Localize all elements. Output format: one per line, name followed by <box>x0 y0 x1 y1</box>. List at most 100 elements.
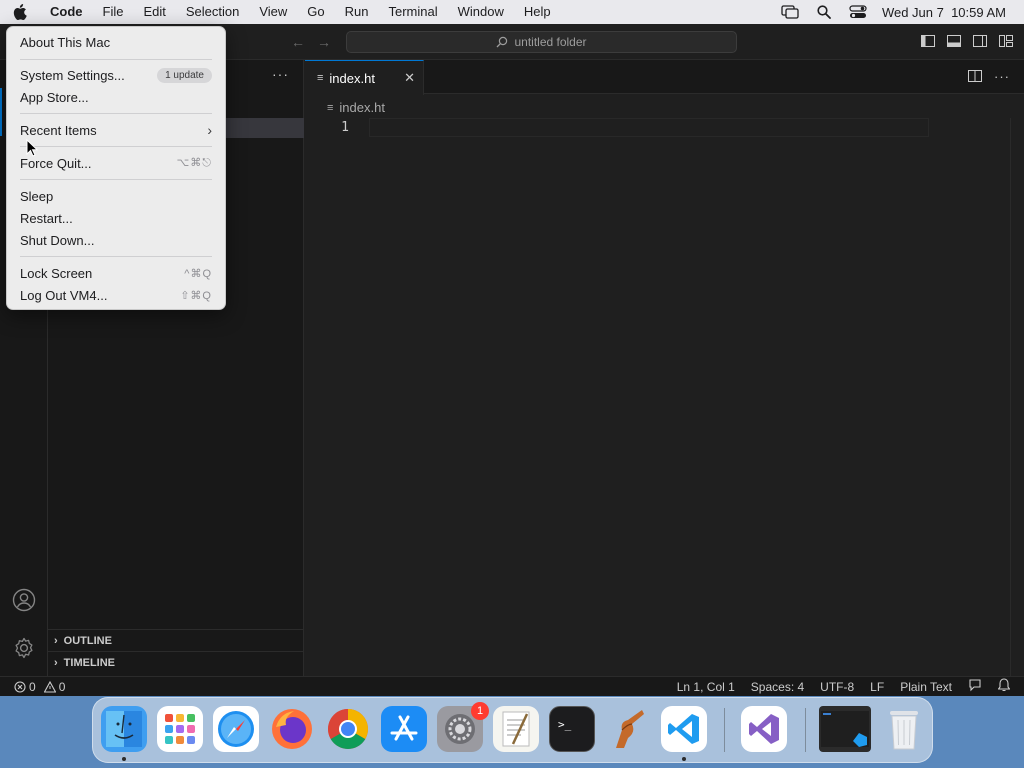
menu-go[interactable]: Go <box>297 0 334 24</box>
menu-help[interactable]: Help <box>514 0 561 24</box>
lock-screen-label: Lock Screen <box>20 265 93 281</box>
feedback-icon[interactable] <box>968 678 982 695</box>
encoding[interactable]: UTF-8 <box>820 680 854 694</box>
menu-force-quit[interactable]: Force Quit... ⌥⌘⎋ <box>20 152 212 174</box>
search-icon <box>497 36 508 48</box>
chevron-right-icon: › <box>207 122 212 138</box>
menu-terminal[interactable]: Terminal <box>379 0 448 24</box>
menu-shut-down[interactable]: Shut Down... <box>20 229 212 251</box>
trash-icon[interactable] <box>881 706 927 752</box>
search-text: untitled folder <box>514 35 587 49</box>
instruments-icon[interactable] <box>605 706 651 752</box>
macos-menu-bar: Code File Edit Selection View Go Run Ter… <box>0 0 1024 24</box>
warning-count: 0 <box>58 679 66 694</box>
toggle-secondary-sidebar-icon[interactable] <box>972 33 988 49</box>
problems-indicator[interactable]: 0 0 <box>14 680 65 694</box>
menu-edit[interactable]: Edit <box>133 0 175 24</box>
timeline-section[interactable]: › TIMELINE <box>48 651 304 673</box>
language-mode[interactable]: Plain Text <box>900 680 952 694</box>
menu-recent-items[interactable]: Recent Items › <box>20 119 212 141</box>
back-arrow-icon[interactable]: ← <box>289 33 307 51</box>
launchpad-icon[interactable] <box>157 706 203 752</box>
textedit-icon[interactable] <box>493 706 539 752</box>
status-bar: 0 0 Ln 1, Col 1 Spaces: 4 UTF-8 LF Plain… <box>0 676 1024 696</box>
terminal-icon[interactable]: >_ <box>549 706 595 752</box>
menu-window[interactable]: Window <box>448 0 514 24</box>
app-store-icon[interactable] <box>381 706 427 752</box>
close-icon[interactable]: ✕ <box>404 70 415 86</box>
editor-scrollbar[interactable] <box>1010 118 1024 676</box>
cursor-position[interactable]: Ln 1, Col 1 <box>677 680 735 694</box>
indentation[interactable]: Spaces: 4 <box>751 680 804 694</box>
menu-view[interactable]: View <box>249 0 297 24</box>
control-center-icon[interactable] <box>848 2 868 22</box>
manage-gear-icon[interactable] <box>12 636 36 660</box>
force-quit-shortcut: ⌥⌘⎋ <box>176 157 212 169</box>
menu-separator <box>20 256 212 257</box>
chrome-icon[interactable] <box>325 706 371 752</box>
error-count: 0 <box>29 679 36 694</box>
end-of-line[interactable]: LF <box>870 680 884 694</box>
menu-about-this-mac[interactable]: About This Mac <box>20 31 212 53</box>
menu-system-settings[interactable]: System Settings... 1 update <box>20 64 212 86</box>
accounts-icon[interactable] <box>12 588 36 612</box>
customize-layout-icon[interactable] <box>998 33 1014 49</box>
outline-section[interactable]: › OUTLINE <box>48 629 304 651</box>
warning-icon <box>43 680 56 693</box>
menu-lock-screen[interactable]: Lock Screen ^⌘Q <box>20 262 212 284</box>
editor-more-actions-icon[interactable]: ··· <box>994 69 1010 86</box>
menu-run[interactable]: Run <box>335 0 379 24</box>
vscode-icon[interactable] <box>661 706 707 752</box>
macos-dock: 1 >_ <box>92 697 933 763</box>
tab-index-file[interactable]: ≡ index.ht ✕ <box>305 60 424 95</box>
notifications-bell-icon[interactable] <box>997 678 1011 695</box>
menu-file[interactable]: File <box>93 0 134 24</box>
menu-separator <box>20 113 212 114</box>
menu-log-out[interactable]: Log Out VM4... ⇧⌘Q <box>20 284 212 306</box>
sleep-label: Sleep <box>20 188 54 204</box>
shut-down-label: Shut Down... <box>20 232 95 248</box>
restart-label: Restart... <box>20 210 73 226</box>
outline-section-label: OUTLINE <box>63 634 112 647</box>
firefox-icon[interactable] <box>269 706 315 752</box>
active-view-indicator <box>0 88 2 136</box>
menu-selection[interactable]: Selection <box>176 0 249 24</box>
apple-dropdown-menu: About This Mac System Settings... 1 upda… <box>6 26 226 310</box>
chevron-right-icon: › <box>54 634 58 647</box>
screen-mirroring-icon[interactable] <box>780 2 800 22</box>
system-settings-label: System Settings... <box>20 67 125 83</box>
visual-studio-icon[interactable] <box>741 706 787 752</box>
tab-label: index.ht <box>329 70 375 86</box>
menu-separator <box>20 179 212 180</box>
settings-notification-badge: 1 <box>471 702 489 720</box>
svg-text:>_: >_ <box>558 718 572 731</box>
toggle-panel-icon[interactable] <box>946 33 962 49</box>
editor-area: ≡ index.ht ✕ ··· ≡ index.ht 1 <box>305 60 1024 676</box>
spotlight-search-icon[interactable] <box>814 2 834 22</box>
recent-items-label: Recent Items <box>20 122 97 138</box>
toggle-primary-sidebar-icon[interactable] <box>920 33 936 49</box>
safari-icon[interactable] <box>213 706 259 752</box>
editor-tab-bar: ≡ index.ht ✕ ··· <box>305 60 1024 95</box>
file-lines-icon: ≡ <box>327 101 334 114</box>
more-actions-icon[interactable]: ··· <box>272 66 289 82</box>
split-editor-icon[interactable] <box>968 69 982 86</box>
chevron-right-icon: › <box>54 656 58 669</box>
menu-separator <box>20 59 212 60</box>
lock-screen-shortcut: ^⌘Q <box>184 267 212 280</box>
vscode-window-thumbnail[interactable] <box>819 706 871 752</box>
forward-arrow-icon[interactable]: → <box>315 33 333 51</box>
finder-icon[interactable] <box>101 706 147 752</box>
apple-menu-icon[interactable] <box>0 0 40 24</box>
menu-app-name[interactable]: Code <box>40 0 93 24</box>
menu-sleep[interactable]: Sleep <box>20 185 212 207</box>
menu-separator <box>20 146 212 147</box>
command-center-search[interactable]: untitled folder <box>346 31 737 53</box>
menu-app-store[interactable]: App Store... <box>20 86 212 108</box>
log-out-label: Log Out VM4... <box>20 287 108 303</box>
menu-restart[interactable]: Restart... <box>20 207 212 229</box>
breadcrumb-file[interactable]: index.ht <box>339 100 385 115</box>
menubar-clock[interactable]: Wed Jun 7 10:59 AM <box>882 5 1006 20</box>
current-line-highlight[interactable] <box>369 118 929 137</box>
app-store-label: App Store... <box>20 89 89 105</box>
